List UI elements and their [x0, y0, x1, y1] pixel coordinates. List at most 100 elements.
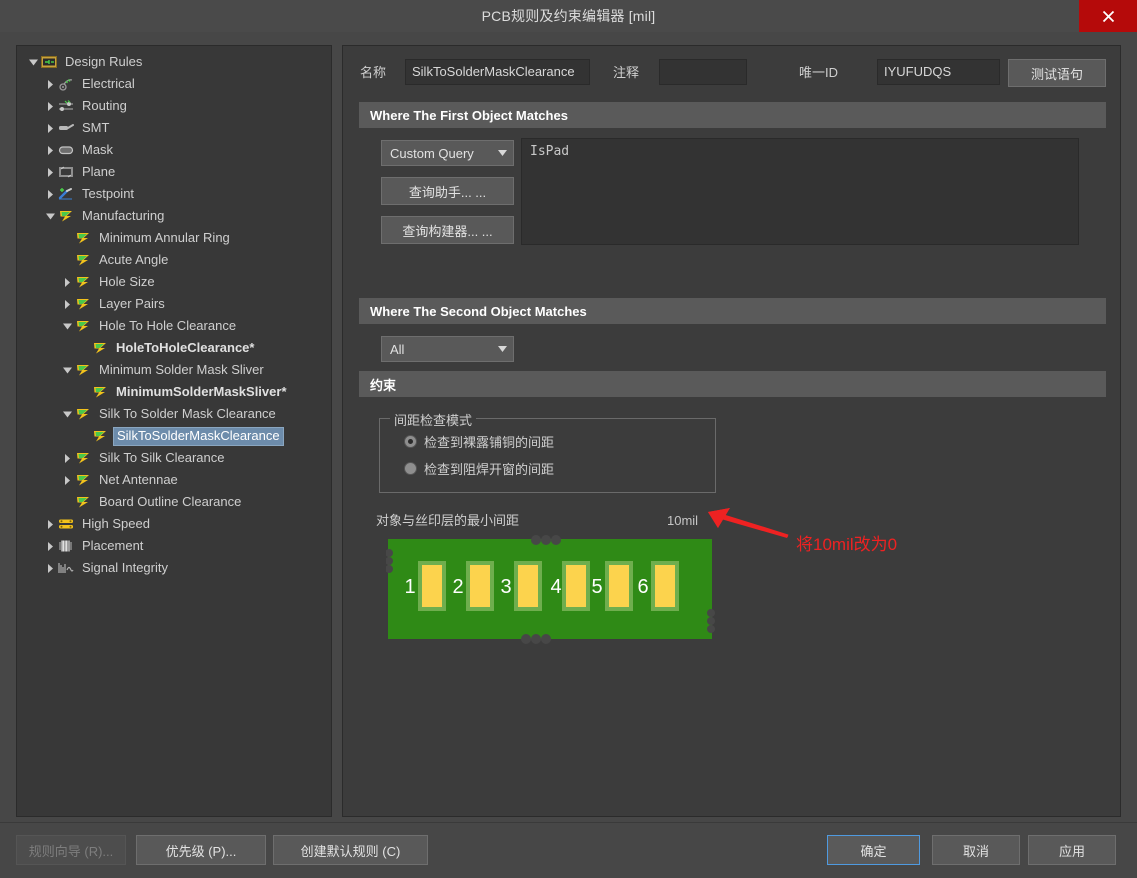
twisty-right-icon[interactable]	[44, 557, 57, 579]
test-query-button[interactable]: 测试语句	[1008, 59, 1106, 87]
tree-item-high-speed[interactable]: High Speed	[17, 513, 331, 535]
tree-item-acute-angle[interactable]: Acute Angle	[17, 249, 331, 271]
smt-icon	[57, 120, 75, 136]
rules-tree: Design Rules Electrical Routing SMT Mask Plan…	[17, 46, 331, 579]
rules-tree-panel[interactable]: Design Rules Electrical Routing SMT Mask Plan…	[16, 45, 332, 817]
twisty-right-icon[interactable]	[61, 293, 74, 315]
constraints-section-header: 约束	[359, 371, 1106, 397]
pcb-preview-graphic: 1 2 3 4 5 6	[386, 535, 716, 645]
tree-item-label: Placement	[82, 537, 144, 553]
first-object-scope-value: Custom Query	[390, 145, 474, 161]
tree-item-silk-to-solder-mask-clearance[interactable]: Silk To Solder Mask Clearance	[17, 403, 331, 425]
high-speed-icon	[57, 516, 75, 532]
query-helper-button[interactable]: 查询助手... ...	[381, 177, 514, 205]
mask-icon	[57, 142, 75, 158]
testpoint-icon	[57, 186, 75, 202]
rule-flag-icon	[74, 318, 92, 334]
tree-item-mask[interactable]: Mask	[17, 139, 331, 161]
tree-item-electrical[interactable]: Electrical	[17, 73, 331, 95]
twisty-right-icon[interactable]	[44, 73, 57, 95]
twisty-right-icon[interactable]	[44, 95, 57, 117]
tree-item-label: Minimum Annular Ring	[99, 229, 230, 245]
twisty-down-icon[interactable]	[27, 51, 40, 73]
twisty-right-icon[interactable]	[44, 117, 57, 139]
tree-item-placement[interactable]: Placement	[17, 535, 331, 557]
twisty-down-icon[interactable]	[61, 403, 74, 425]
radio-check-to-bare-copper[interactable]: 检查到裸露铺铜的间距	[404, 432, 554, 451]
ok-button[interactable]: 确定	[827, 835, 920, 865]
tree-item-routing[interactable]: Routing	[17, 95, 331, 117]
twisty-right-icon[interactable]	[61, 447, 74, 469]
pcb-rules-dialog: PCB规则及约束编辑器 [mil] Design Rules Electrical…	[0, 0, 1137, 878]
clearance-check-mode-title: 间距检查模式	[390, 410, 477, 429]
tree-item-minimum-solder-mask-sliver[interactable]: Minimum Solder Mask Sliver	[17, 359, 331, 381]
chevron-down-icon	[491, 346, 513, 352]
tree-item-minimumsoldermasksliver[interactable]: MinimumSolderMaskSliver*	[17, 381, 331, 403]
second-object-scope-select[interactable]: All	[381, 336, 514, 362]
tree-item-hole-size[interactable]: Hole Size	[17, 271, 331, 293]
tree-item-label: Minimum Solder Mask Sliver	[99, 361, 264, 377]
tree-item-minimum-annular-ring[interactable]: Minimum Annular Ring	[17, 227, 331, 249]
tree-item-label: Hole To Hole Clearance	[99, 317, 237, 333]
first-object-section-header: Where The First Object Matches	[359, 102, 1106, 128]
tree-item-design-rules[interactable]: Design Rules	[17, 51, 331, 73]
tree-item-signal-integrity[interactable]: Signal Integrity	[17, 557, 331, 579]
twisty-right-icon[interactable]	[61, 469, 74, 491]
twisty-down-icon[interactable]	[61, 315, 74, 337]
svg-text:6: 6	[637, 576, 648, 598]
comment-input[interactable]	[659, 59, 747, 85]
priority-button[interactable]: 优先级 (P)...	[136, 835, 266, 865]
twisty-down-icon[interactable]	[44, 205, 57, 227]
twisty-right-icon[interactable]	[44, 183, 57, 205]
tree-item-label: Net Antennae	[99, 471, 178, 487]
dialog-footer: 规则向导 (R)... 优先级 (P)... 创建默认规则 (C) 确定 取消 …	[0, 822, 1137, 878]
tree-item-label: Routing	[82, 97, 127, 113]
tree-item-manufacturing[interactable]: Manufacturing	[17, 205, 331, 227]
svg-text:5: 5	[591, 576, 602, 598]
create-default-rules-button[interactable]: 创建默认规则 (C)	[273, 835, 428, 865]
name-input[interactable]: SilkToSolderMaskClearance	[405, 59, 590, 85]
rule-wizard-button[interactable]: 规则向导 (R)...	[16, 835, 126, 865]
tree-item-silktosoldermaskclearance[interactable]: SilkToSolderMaskClearance	[17, 425, 331, 447]
min-clearance-value[interactable]: 10mil	[667, 513, 698, 528]
tree-item-holetoholeclearance[interactable]: HoleToHoleClearance*	[17, 337, 331, 359]
twisty-right-icon[interactable]	[44, 513, 57, 535]
tree-item-label: Testpoint	[82, 185, 135, 201]
tree-item-silk-to-silk-clearance[interactable]: Silk To Silk Clearance	[17, 447, 331, 469]
unique-id-input[interactable]: IYUFUDQS	[877, 59, 1000, 85]
rule-flag-icon	[74, 450, 92, 466]
first-object-scope-select[interactable]: Custom Query	[381, 140, 514, 166]
apply-button[interactable]: 应用	[1028, 835, 1116, 865]
tree-item-net-antennae[interactable]: Net Antennae	[17, 469, 331, 491]
tree-item-testpoint[interactable]: Testpoint	[17, 183, 331, 205]
first-object-query-input[interactable]: IsPad	[521, 138, 1079, 245]
twisty-right-icon[interactable]	[44, 161, 57, 183]
twisty-right-icon[interactable]	[61, 271, 74, 293]
clearance-check-mode-group: 间距检查模式 检查到裸露铺铜的间距 检查到阻焊开窗的间距	[379, 410, 716, 493]
tree-item-label: Board Outline Clearance	[99, 493, 242, 509]
close-icon[interactable]	[1079, 0, 1137, 32]
tree-item-plane[interactable]: Plane	[17, 161, 331, 183]
twisty-right-icon[interactable]	[44, 535, 57, 557]
rule-flag-icon	[91, 428, 109, 444]
annotation-text: 将10mil改为0	[796, 535, 898, 554]
tree-item-smt[interactable]: SMT	[17, 117, 331, 139]
twisty-right-icon[interactable]	[44, 139, 57, 161]
rule-flag-icon	[57, 208, 75, 224]
plane-icon	[57, 164, 75, 180]
svg-text:2: 2	[452, 576, 463, 598]
second-object-section-header: Where The Second Object Matches	[359, 298, 1106, 324]
tree-item-layer-pairs[interactable]: Layer Pairs	[17, 293, 331, 315]
tree-item-hole-to-hole-clearance[interactable]: Hole To Hole Clearance	[17, 315, 331, 337]
tree-item-label: Design Rules	[65, 53, 143, 69]
twisty-down-icon[interactable]	[61, 359, 74, 381]
radio-check-to-mask-opening[interactable]: 检查到阻焊开窗的间距	[404, 459, 554, 478]
query-builder-button[interactable]: 查询构建器... ...	[381, 216, 514, 244]
cancel-button[interactable]: 取消	[932, 835, 1020, 865]
tree-item-board-outline-clearance[interactable]: Board Outline Clearance	[17, 491, 331, 513]
radio-indicator	[404, 462, 417, 475]
tree-item-label: Plane	[82, 163, 116, 179]
